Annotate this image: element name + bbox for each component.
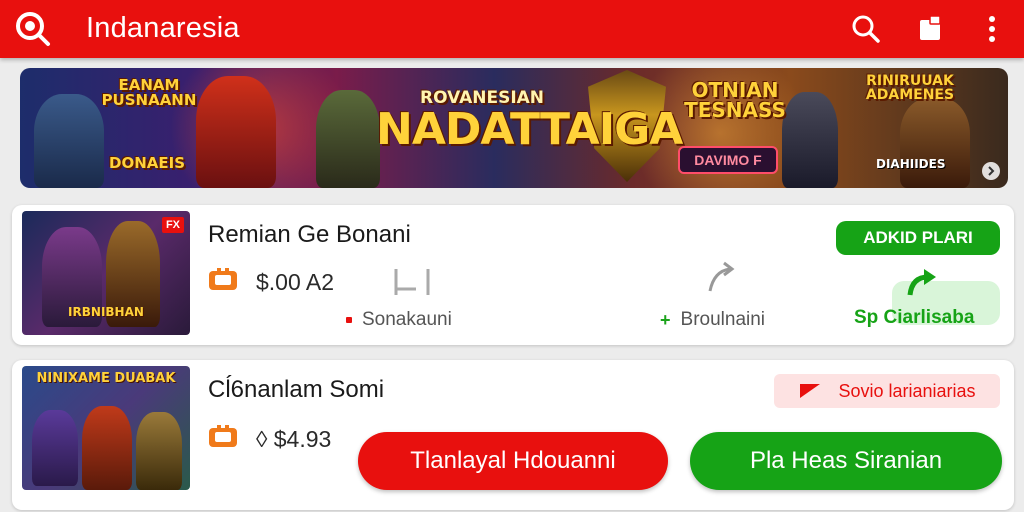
hero-figure (82, 406, 132, 490)
wallet-icon (208, 424, 238, 448)
wallet-icon (208, 267, 238, 291)
primary-red-button[interactable]: Tlanlayal Hdouanni (358, 432, 668, 490)
promo-banner[interactable]: EANAM PUSNAANN DONAEIS ROVANESIAN NADATT… (20, 68, 1008, 188)
chevron-right-icon[interactable] (982, 162, 1000, 180)
app-title: Indanaresia (86, 12, 240, 44)
game-title[interactable]: Remian Ge Bonani (208, 221, 411, 249)
share-green-icon[interactable] (906, 267, 938, 302)
hero-figure (136, 412, 182, 490)
green-plus-icon: + (660, 309, 671, 330)
banner-left-title: EANAM PUSNAANN (101, 76, 197, 109)
game-title[interactable]: Cĺ6nanlam Somi (208, 376, 384, 404)
share-arrow-icon[interactable] (702, 259, 742, 300)
banner-cta-button[interactable]: DAVIMO F (678, 146, 778, 174)
stat-left: Sonakauni (346, 309, 452, 331)
thumbnail-label: IRBNIBHAN (68, 305, 144, 319)
tag-text: Sovio larianiarias (838, 380, 976, 401)
more-vertical-icon[interactable] (974, 11, 1010, 47)
banner-left-subtitle: DONAEIS (109, 154, 185, 172)
game-thumbnail[interactable]: NINIXAME DUABAK (22, 366, 190, 490)
hero-figure (196, 76, 276, 188)
stat-left-text: Sonakauni (362, 309, 452, 330)
search-icon[interactable] (848, 11, 884, 47)
game-price: ◊ $4.93 (256, 426, 331, 453)
primary-green-button[interactable]: Pla Heas Siranian (690, 432, 1002, 490)
game-price: $.00 A2 (256, 269, 335, 295)
game-thumbnail[interactable]: FX IRBNIBHAN (22, 211, 190, 335)
game-card[interactable]: NINIXAME DUABAK Cĺ6nanlam Somi ◊ $4.93 S… (12, 360, 1014, 510)
bookmark-icon[interactable] (912, 11, 948, 47)
flag-icon (800, 384, 821, 398)
status-badge[interactable]: ADKID PLARI (836, 221, 1000, 255)
banner-right-title-2: RINIRUUAK ADAMENES (865, 73, 955, 103)
hero-figure (34, 94, 104, 188)
thumbnail-badge: FX (161, 217, 184, 233)
tag-badge: Sovio larianiarias (774, 374, 1000, 408)
stat-right: + Broulnaini (660, 309, 765, 331)
game-card[interactable]: FX IRBNIBHAN Remian Ge Bonani $.00 A2 So… (12, 205, 1014, 345)
stat-right-text: Broulnaini (680, 309, 766, 330)
action-text[interactable]: Sp Ciarlisaba (854, 307, 974, 329)
red-dot-icon (346, 317, 352, 323)
hero-figure (782, 92, 838, 188)
hero-figure (316, 90, 380, 188)
banner-right-title: OTNIAN TESNASS (684, 78, 786, 122)
currency-prefix: ◊ (256, 426, 274, 452)
app-logo-icon[interactable] (14, 10, 52, 48)
game-price-value: $4.93 (273, 426, 332, 452)
banner-right-tag: DIAHIIDES (876, 157, 946, 171)
progress-bar-icon (392, 267, 442, 302)
app-bar: Indanaresia (0, 0, 1024, 58)
thumbnail-label: NINIXAME DUABAK (36, 371, 176, 386)
banner-headline: NADATTAIGA (376, 104, 683, 155)
hero-figure (900, 98, 970, 188)
hero-figure (32, 410, 78, 486)
